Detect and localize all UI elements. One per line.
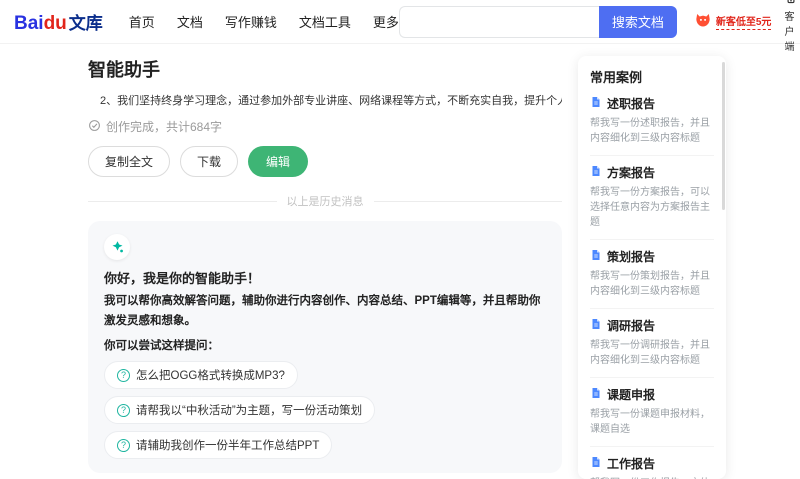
greeting-body: 我可以帮你高效解答问题，辅助你进行内容创作、内容总结、PPT编辑等，并且帮助你激…	[104, 295, 541, 327]
try-ask-label: 你可以尝试这样提问：	[104, 340, 219, 353]
client-entry[interactable]: 客户端	[784, 0, 798, 53]
common-cases-sidebar: 常用案例 述职报告 帮我写一份述职报告，并且内容细化到三级内容标题 方案报告 帮…	[578, 56, 726, 479]
case-item-title: 课题申报	[607, 388, 656, 402]
status-text: 创作完成，共计684字	[106, 120, 223, 134]
edit-button[interactable]: 编辑	[248, 146, 309, 177]
nav-earn[interactable]: 写作赚钱	[225, 12, 277, 31]
case-item[interactable]: 工作报告 帮我写一份工作报告，文体类型随机	[590, 447, 714, 479]
search-input[interactable]	[398, 5, 599, 38]
common-cases-card: 常用案例 述职报告 帮我写一份述职报告，并且内容细化到三级内容标题 方案报告 帮…	[578, 56, 726, 479]
case-item-head: 工作报告	[590, 455, 714, 472]
suggestion-chip[interactable]: ? 怎么把OGG格式转换成MP3?	[104, 361, 298, 390]
suggestion-chip[interactable]: ? 请辅助我创作一份半年工作总结PPT	[104, 431, 333, 460]
header-right: 新客低至5元 客户端 看过	[693, 0, 800, 53]
new-user-promo[interactable]: 新客低至5元	[693, 9, 772, 34]
suggestion-text: 请辅助我创作一份半年工作总结PPT	[136, 440, 320, 453]
nav-tools[interactable]: 文档工具	[299, 12, 351, 31]
copy-all-button[interactable]: 复制全文	[88, 146, 171, 177]
mascot-icon	[693, 9, 713, 34]
question-icon: ?	[117, 438, 130, 452]
suggestion-list: ? 怎么把OGG格式转换成MP3? ? 请帮我以“中秋活动”为主题，写一份活动策…	[104, 361, 546, 460]
assistant-greeting-bubble: 你好，我是你的智能助手！ 我可以帮你高效解答问题，辅助你进行内容创作、内容总结、…	[88, 221, 562, 474]
suggestion-chip[interactable]: ? 请帮我以“中秋活动”为主题，写一份活动策划	[104, 396, 376, 425]
suggestion-text: 请帮我以“中秋活动”为主题，写一份活动策划	[136, 405, 363, 418]
document-icon	[590, 96, 602, 111]
case-item-title: 方案报告	[607, 166, 656, 180]
question-icon: ?	[117, 368, 130, 382]
phone-icon	[784, 0, 798, 7]
sidebar-title: 常用案例	[590, 70, 643, 85]
nav-home[interactable]: 首页	[129, 12, 155, 31]
suggestion-text: 怎么把OGG格式转换成MP3?	[136, 370, 285, 383]
top-header: Bai du 文库 首页 文档 写作赚钱 文档工具 更多 搜索文档 新客低至5元 客…	[0, 0, 800, 53]
case-item[interactable]: 调研报告 帮我写一份调研报告，并且内容细化到三级内容标题	[590, 309, 714, 378]
main-nav: 首页 文档 写作赚钱 文档工具 更多	[129, 12, 399, 31]
logo-du: du	[43, 12, 67, 34]
case-item-head: 策划报告	[590, 248, 714, 265]
sidebar-scrollbar[interactable]	[722, 62, 725, 210]
document-icon	[590, 387, 602, 402]
client-label: 客户端	[784, 12, 795, 53]
case-item[interactable]: 方案报告 帮我写一份方案报告，可以选择任意内容为方案报告主题	[590, 156, 714, 240]
case-item-head: 述职报告	[590, 95, 714, 112]
case-item-desc: 帮我写一份调研报告，并且内容细化到三级内容标题	[590, 340, 710, 366]
assistant-panel: 智能助手 2、我们坚持终身学习理念，通过参加外部专业讲座、网络课程等方式，不断充…	[88, 56, 562, 479]
case-item-head: 课题申报	[590, 386, 714, 403]
case-item-desc: 帮我写一份方案报告，可以选择任意内容为方案报告主题	[590, 187, 710, 228]
history-divider: 以上是历史消息	[88, 193, 562, 209]
case-item-title: 调研报告	[607, 319, 656, 333]
divider-label: 以上是历史消息	[286, 196, 364, 208]
case-item[interactable]: 述职报告 帮我写一份述职报告，并且内容细化到三级内容标题	[590, 87, 714, 156]
question-icon: ?	[117, 403, 130, 417]
case-item-title: 工作报告	[607, 457, 656, 471]
search-button[interactable]: 搜索文档	[598, 5, 677, 38]
page-title: 智能助手	[88, 60, 160, 80]
case-item-desc: 帮我写一份课题申报材料，课题自选	[590, 409, 710, 435]
creation-status: 创作完成，共计684字	[88, 118, 562, 135]
check-circle-icon	[88, 119, 101, 135]
promo-label: 新客低至5元	[715, 13, 772, 30]
case-item-head: 方案报告	[590, 164, 714, 181]
search-bar: 搜索文档	[398, 5, 677, 38]
case-item-title: 策划报告	[607, 250, 656, 264]
history-actions: 复制全文 下载 编辑	[88, 146, 562, 177]
case-item-desc: 帮我写一份策划报告，并且内容细化到三级内容标题	[590, 271, 710, 297]
greeting-title: 你好，我是你的智能助手！	[104, 271, 261, 286]
logo-wenku: 文库	[68, 13, 103, 33]
document-icon	[590, 456, 602, 471]
nav-more[interactable]: 更多	[373, 12, 399, 31]
nav-docs[interactable]: 文档	[177, 12, 203, 31]
case-item-title: 述职报告	[607, 97, 656, 111]
case-item-desc: 帮我写一份述职报告，并且内容细化到三级内容标题	[590, 118, 710, 144]
case-item[interactable]: 策划报告 帮我写一份策划报告，并且内容细化到三级内容标题	[590, 240, 714, 309]
logo-bai: Bai	[14, 12, 44, 34]
case-item-head: 调研报告	[590, 317, 714, 334]
baidu-wenku-logo[interactable]: Bai du 文库	[14, 9, 103, 35]
document-icon	[590, 249, 602, 264]
document-icon	[590, 165, 602, 180]
download-button[interactable]: 下载	[180, 146, 239, 177]
document-icon	[590, 318, 602, 333]
case-item[interactable]: 课题申报 帮我写一份课题申报材料，课题自选	[590, 378, 714, 447]
page-content: 智能助手 2、我们坚持终身学习理念，通过参加外部专业讲座、网络课程等方式，不断充…	[0, 44, 800, 479]
case-list: 述职报告 帮我写一份述职报告，并且内容细化到三级内容标题 方案报告 帮我写一份方…	[590, 87, 714, 479]
history-message-text: 2、我们坚持终身学习理念，通过参加外部专业讲座、网络课程等方式，不断充实自我，提…	[100, 95, 562, 107]
assistant-avatar-icon	[104, 234, 130, 260]
